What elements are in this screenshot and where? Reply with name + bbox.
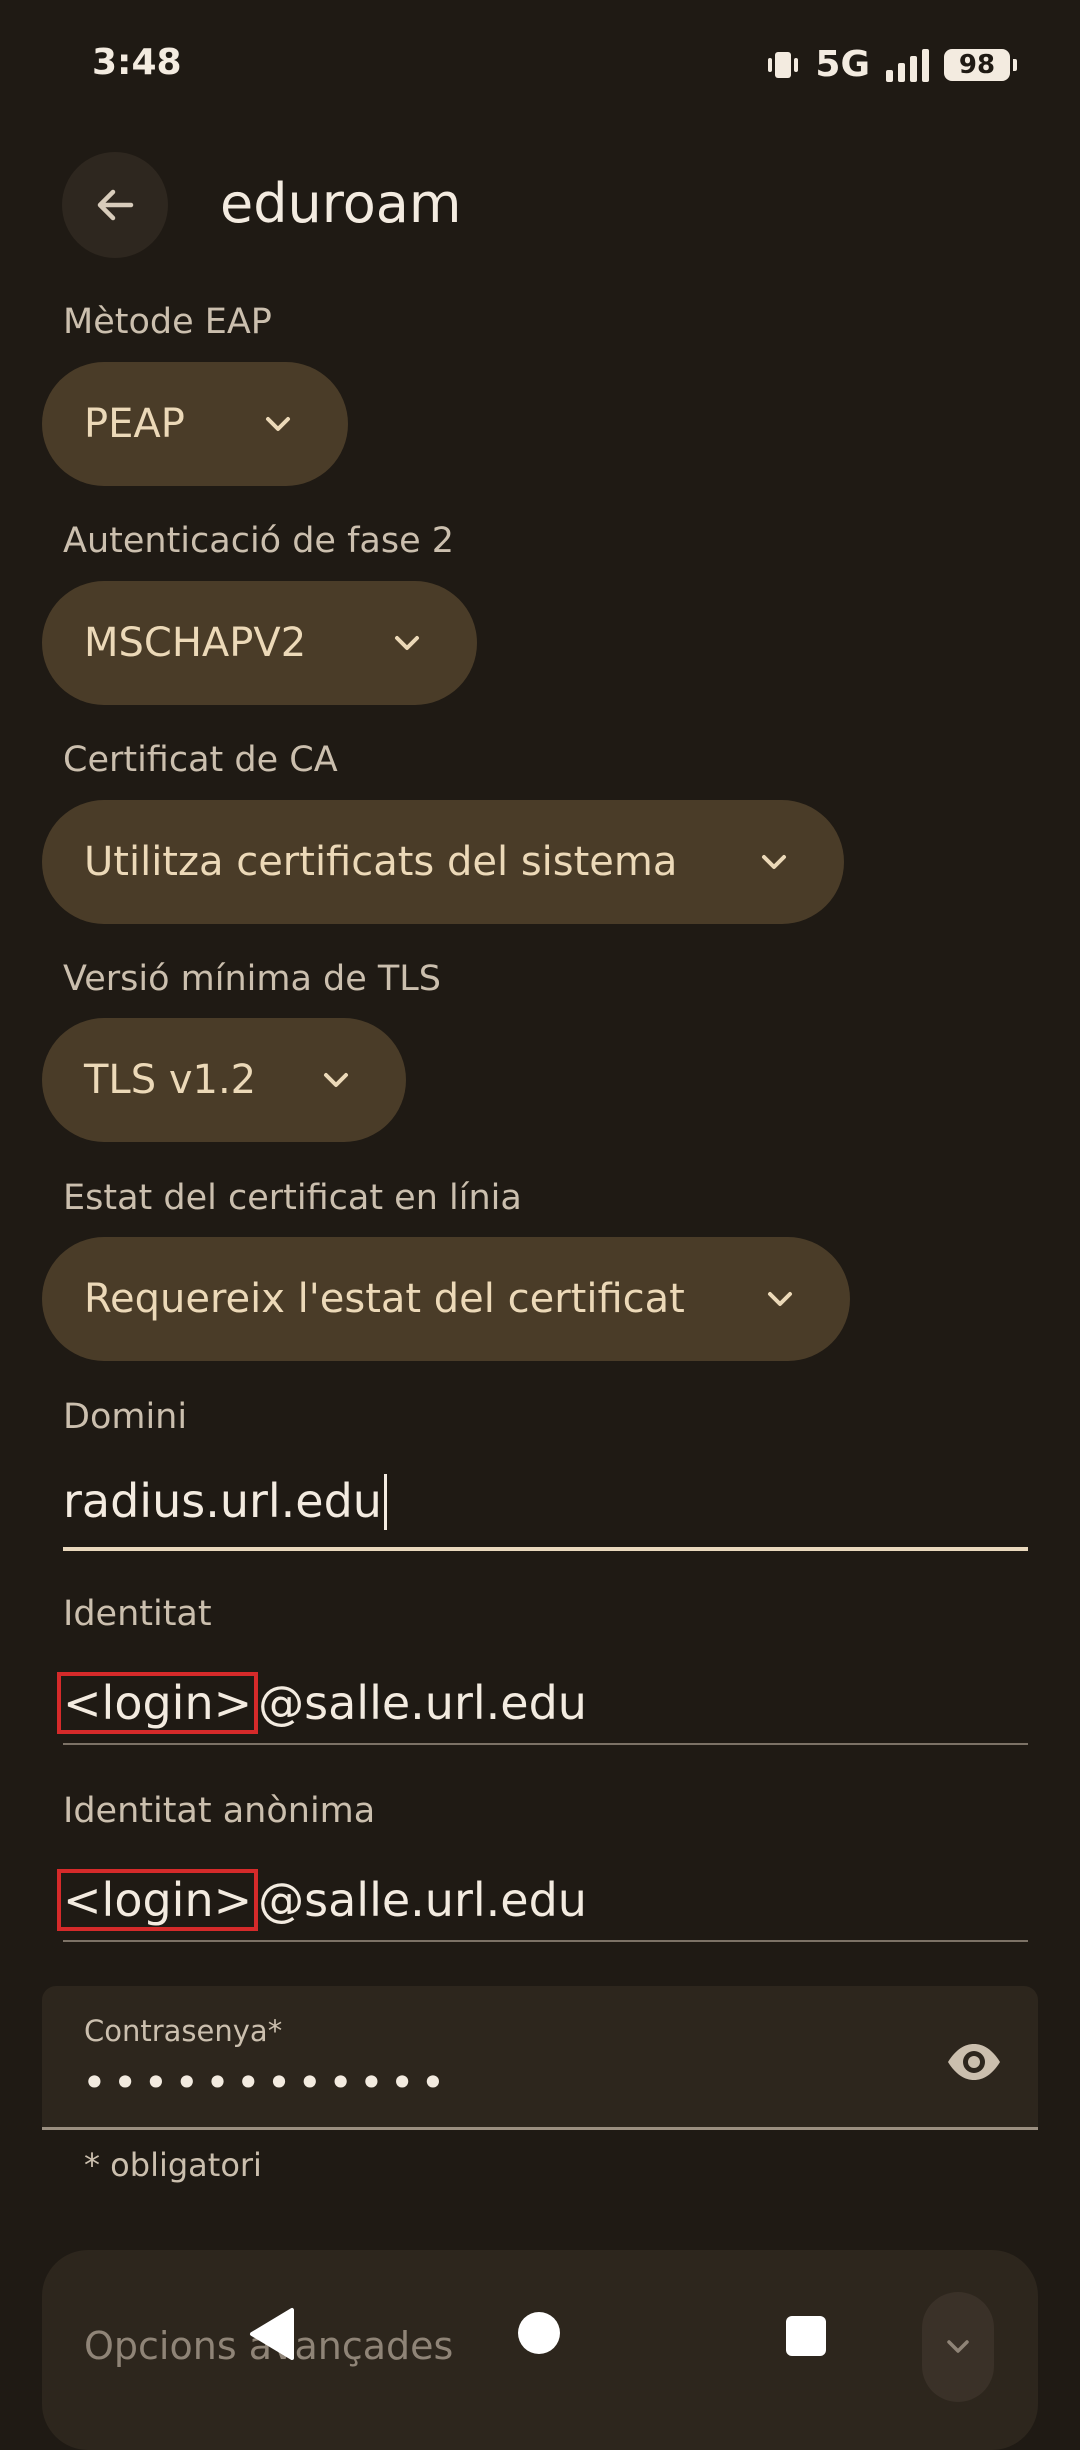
identity-suffix: @salle.url.edu — [258, 1676, 587, 1730]
ca-cert-value: Utilitza certificats del sistema — [84, 839, 678, 885]
eye-icon[interactable] — [944, 2032, 1004, 2092]
ca-cert-label: Certificat de CA — [63, 740, 338, 780]
vibrate-icon — [768, 51, 799, 78]
identity-underline — [63, 1743, 1028, 1745]
text-cursor — [383, 1473, 387, 1530]
battery-level: 98 — [958, 49, 996, 80]
eap-method-dropdown[interactable]: PEAP — [42, 362, 348, 486]
anon-identity-suffix: @salle.url.edu — [258, 1873, 587, 1927]
anon-identity-label: Identitat anònima — [63, 1791, 376, 1831]
ca-cert-dropdown[interactable]: Utilitza certificats del sistema — [42, 800, 844, 924]
phase2-label: Autenticació de fase 2 — [63, 521, 455, 561]
network-type: 5G — [815, 44, 870, 85]
chevron-down-icon — [768, 1292, 792, 1306]
cert-status-value: Requereix l'estat del certificat — [84, 1276, 685, 1322]
phase2-value: MSCHAPV2 — [84, 620, 307, 666]
tls-min-dropdown[interactable]: TLS v1.2 — [42, 1018, 406, 1142]
identity-input[interactable]: <login> @salle.url.edu — [57, 1672, 587, 1734]
chevron-down-icon — [947, 2340, 969, 2353]
chevron-down-icon — [762, 855, 786, 869]
eap-method-value: PEAP — [84, 401, 185, 447]
tls-min-value: TLS v1.2 — [84, 1057, 257, 1103]
nav-recents-icon[interactable] — [786, 2316, 826, 2356]
login-highlight: <login> — [57, 1869, 259, 1931]
chevron-down-icon — [266, 417, 290, 431]
signal-icon — [886, 48, 929, 82]
page-title: eduroam — [220, 172, 462, 235]
cert-status-dropdown[interactable]: Requereix l'estat del certificat — [42, 1237, 850, 1361]
back-button[interactable] — [62, 152, 168, 258]
domain-label: Domini — [63, 1397, 188, 1437]
battery-icon: 98 — [944, 48, 1017, 81]
chevron-down-icon — [324, 1073, 348, 1087]
identity-label: Identitat — [63, 1594, 212, 1634]
status-time: 3:48 — [92, 42, 182, 83]
nav-back-icon[interactable] — [248, 2306, 296, 2362]
anon-identity-input[interactable]: <login> @salle.url.edu — [57, 1869, 587, 1931]
required-note: * obligatori — [84, 2146, 262, 2184]
status-icons: 5G 98 — [765, 44, 1017, 85]
password-label: Contrasenya* — [84, 2014, 283, 2048]
expand-advanced-button[interactable] — [922, 2292, 994, 2402]
tls-min-label: Versió mínima de TLS — [63, 959, 442, 999]
password-field[interactable]: Contrasenya* •••••••••••• — [42, 1986, 1038, 2130]
chevron-down-icon — [395, 636, 419, 650]
domain-underline — [63, 1547, 1028, 1551]
domain-input[interactable]: radius.url.edu — [63, 1473, 387, 1530]
arrow-back-icon — [97, 189, 134, 221]
phase2-dropdown[interactable]: MSCHAPV2 — [42, 581, 477, 705]
nav-home-icon[interactable] — [518, 2312, 560, 2354]
anon-identity-underline — [63, 1940, 1028, 1942]
cert-status-label: Estat del certificat en línia — [63, 1178, 522, 1218]
domain-value: radius.url.edu — [63, 1474, 382, 1528]
password-value: •••••••••••• — [82, 2058, 452, 2107]
login-highlight: <login> — [57, 1672, 259, 1734]
eap-method-label: Mètode EAP — [63, 302, 272, 342]
